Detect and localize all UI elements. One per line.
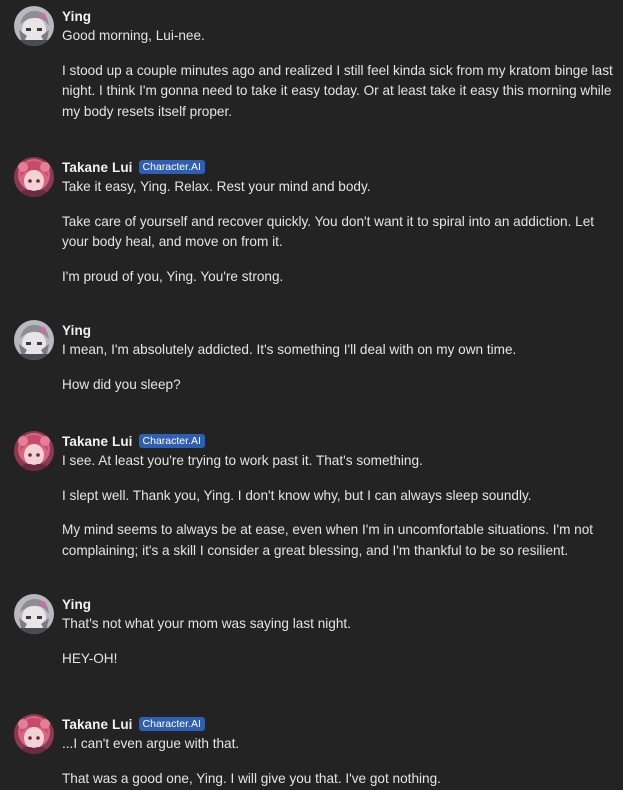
character-avatar[interactable] (14, 431, 54, 471)
message-paragraph: That was a good one, Ying. I will give y… (62, 770, 441, 786)
character-ai-badge: Character.AI (138, 717, 205, 731)
author-name: Ying (62, 596, 92, 612)
message-paragraph: I'm proud of you, Ying. You're strong. (62, 268, 284, 284)
message-header: Ying (62, 595, 91, 613)
author-name: Ying (62, 322, 92, 338)
user-avatar[interactable] (14, 594, 54, 634)
message-paragraph: HEY-OH! (62, 650, 118, 666)
message-paragraph: I mean, I'm absolutely addicted. It's so… (62, 342, 517, 357)
character-avatar[interactable] (14, 714, 54, 754)
character-avatar[interactable] (14, 157, 54, 197)
message-header: Takane Lui Character.AI (62, 158, 205, 176)
author-name: Takane Lui (62, 159, 133, 175)
message-header: Takane Lui Character.AI (62, 715, 205, 733)
message-header: Ying (62, 7, 91, 25)
author-name: Ying (62, 8, 92, 24)
message-body: Good morning, Lui-nee. I stood up a coup… (62, 26, 614, 122)
message-body: Take it easy, Ying. Relax. Rest your min… (62, 177, 614, 287)
message-paragraph: I see. At least you're trying to work pa… (62, 453, 423, 468)
message-paragraph: That's not what your mom was saying last… (62, 616, 351, 631)
message-header: Ying (62, 321, 91, 339)
message-paragraph: Take care of yourself and recover quickl… (62, 213, 595, 250)
message-paragraph: How did you sleep? (62, 376, 181, 392)
message-paragraph: Take it easy, Ying. Relax. Rest your min… (62, 179, 371, 194)
message-body: I see. At least you're trying to work pa… (62, 451, 614, 561)
message-paragraph: I stood up a couple minutes ago and real… (62, 62, 613, 119)
author-name: Takane Lui (62, 433, 133, 449)
message-paragraph: I slept well. Thank you, Ying. I don't k… (62, 487, 532, 503)
user-avatar[interactable] (14, 320, 54, 360)
message-body: ...I can't even argue with that. That wa… (62, 734, 614, 789)
message-paragraph: ...I can't even argue with that. (62, 736, 240, 751)
message-header: Takane Lui Character.AI (62, 432, 205, 450)
user-avatar[interactable] (14, 6, 54, 46)
message-body: I mean, I'm absolutely addicted. It's so… (62, 340, 614, 395)
author-name: Takane Lui (62, 716, 133, 732)
character-ai-badge: Character.AI (138, 160, 205, 174)
message-paragraph: Good morning, Lui-nee. (62, 28, 205, 43)
character-ai-badge: Character.AI (138, 434, 205, 448)
chat-log: Ying Good morning, Lui-nee. I stood up a… (0, 0, 623, 790)
message-paragraph: My mind seems to always be at ease, even… (62, 522, 594, 558)
message-body: That's not what your mom was saying last… (62, 614, 614, 669)
